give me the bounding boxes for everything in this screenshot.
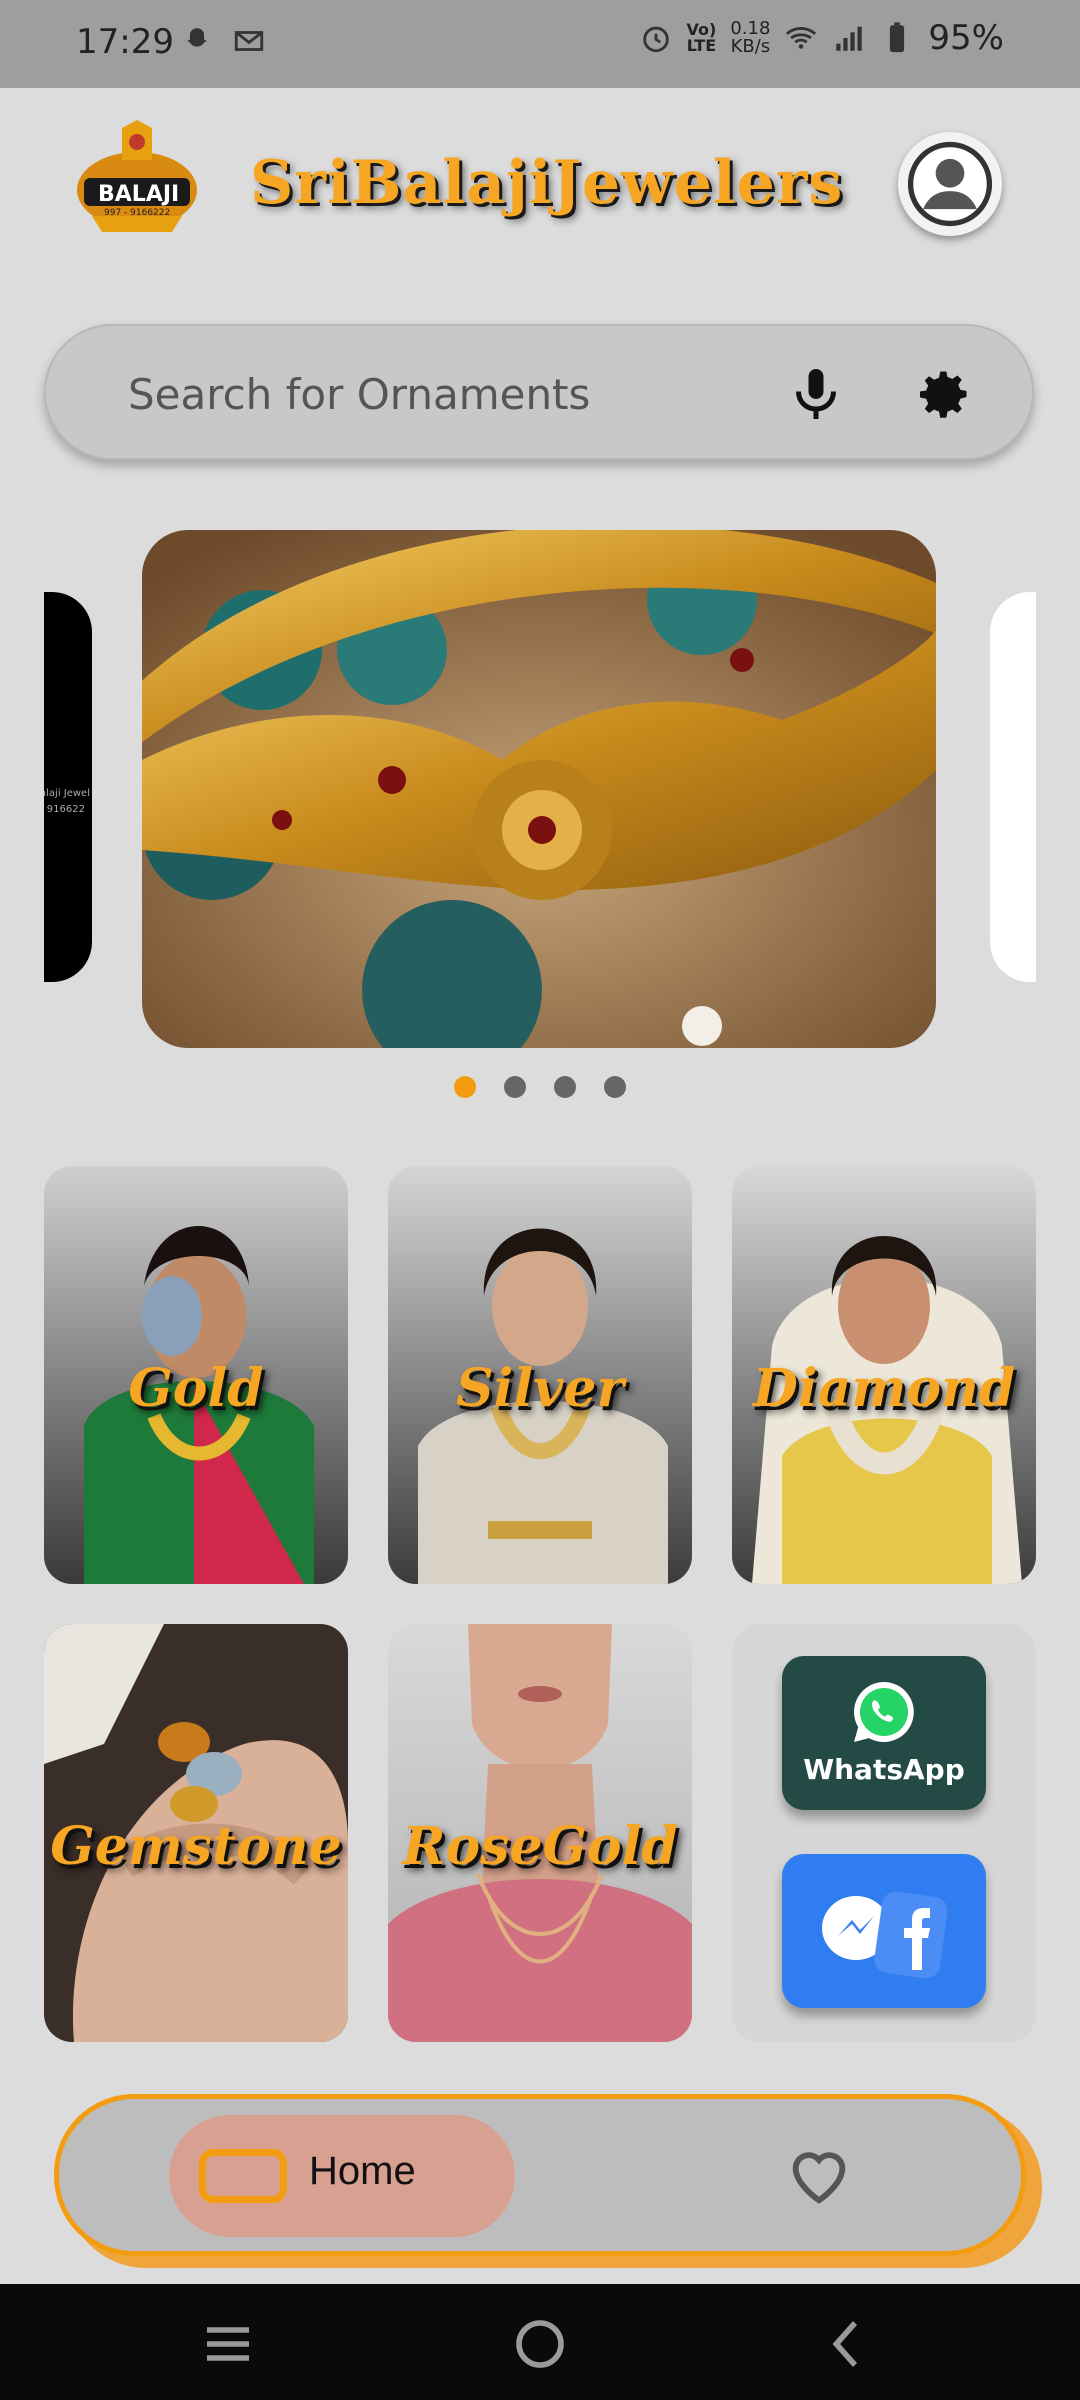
category-label-diamond: Diamond bbox=[752, 1358, 1016, 1420]
search-input[interactable] bbox=[126, 356, 750, 432]
notification-icons bbox=[180, 24, 266, 58]
whatsapp-label: WhatsApp bbox=[803, 1753, 965, 1786]
brand-name: SriBalajiJewelers bbox=[250, 148, 844, 218]
battery-icon bbox=[890, 22, 905, 53]
carousel-dot[interactable] bbox=[554, 1076, 576, 1098]
category-tile-gold[interactable]: Gold bbox=[44, 1166, 348, 1584]
banner-carousel[interactable]: alaji Jewel - 916622 bbox=[0, 530, 1080, 1050]
category-tile-diamond[interactable]: Diamond bbox=[732, 1166, 1036, 1584]
carousel-dot[interactable] bbox=[604, 1076, 626, 1098]
category-tile-silver[interactable]: Silver bbox=[388, 1166, 692, 1584]
status-time: 17:29 bbox=[76, 22, 174, 62]
whatsapp-icon bbox=[854, 1682, 914, 1742]
system-indicators: Vo) LTE 0.18 KB/s 95% bbox=[639, 18, 1004, 58]
home-circle-icon[interactable] bbox=[510, 2316, 570, 2372]
category-label-gold: Gold bbox=[128, 1358, 264, 1420]
wifi-icon bbox=[786, 27, 817, 49]
carousel-dot-active[interactable] bbox=[454, 1076, 476, 1098]
brand-logo[interactable]: BALAJI 997 - 9166222 bbox=[72, 120, 202, 240]
messenger-facebook-button[interactable] bbox=[782, 1854, 986, 2008]
category-label-silver: Silver bbox=[456, 1358, 624, 1420]
profile-button[interactable] bbox=[898, 132, 1002, 236]
signal-icon bbox=[836, 26, 863, 51]
gmail-icon bbox=[234, 31, 264, 51]
network-speed: 0.18 KB/s bbox=[730, 18, 771, 57]
category-label-rosegold: RoseGold bbox=[402, 1816, 678, 1878]
logo-emblem-icon bbox=[77, 120, 197, 232]
gold-bangle-photo bbox=[142, 530, 936, 1048]
search-bar[interactable] bbox=[44, 324, 1034, 460]
peek-slide-text: alaji Jewel bbox=[44, 788, 90, 799]
system-navigation-bar bbox=[0, 2284, 1080, 2400]
carousel-slide-next[interactable] bbox=[990, 592, 1036, 982]
battery-percent: 95% bbox=[928, 18, 1004, 58]
recent-apps-icon[interactable] bbox=[198, 2316, 258, 2372]
category-label-gemstone: Gemstone bbox=[50, 1816, 342, 1878]
category-tile-gemstone[interactable]: Gemstone bbox=[44, 1624, 348, 2042]
status-bar: 17:29 Vo) LTE 0.18 KB/s 95% bbox=[0, 0, 1080, 88]
nav-home-label: Home bbox=[309, 2149, 416, 2193]
favorites-heart-icon[interactable] bbox=[781, 2139, 857, 2209]
settings-gear-icon[interactable] bbox=[914, 364, 974, 424]
user-avatar-icon bbox=[907, 141, 993, 227]
carousel-slide-prev[interactable]: alaji Jewel - 916622 bbox=[44, 592, 92, 982]
back-chevron-icon[interactable] bbox=[818, 2316, 878, 2372]
carousel-slide-current[interactable] bbox=[142, 530, 936, 1048]
logo-text: BALAJI bbox=[98, 182, 180, 207]
alarm-icon bbox=[642, 26, 669, 53]
peek-slide-text-2: - 916622 bbox=[44, 804, 85, 815]
home-tv-icon bbox=[199, 2149, 287, 2203]
logo-subtext: 997 - 9166222 bbox=[104, 208, 171, 218]
category-tile-rosegold[interactable]: RoseGold bbox=[388, 1624, 692, 2042]
volte-indicator: Vo) LTE bbox=[686, 20, 717, 55]
snapchat-icon bbox=[187, 28, 207, 47]
carousel-dot[interactable] bbox=[504, 1076, 526, 1098]
messenger-facebook-icon bbox=[822, 1891, 948, 1979]
bottom-navigation: Home bbox=[54, 2094, 1026, 2256]
nav-home-tab[interactable]: Home bbox=[169, 2115, 515, 2237]
carousel-indicator bbox=[454, 1076, 626, 1098]
whatsapp-button[interactable]: WhatsApp bbox=[782, 1656, 986, 1810]
microphone-icon[interactable] bbox=[786, 364, 846, 424]
